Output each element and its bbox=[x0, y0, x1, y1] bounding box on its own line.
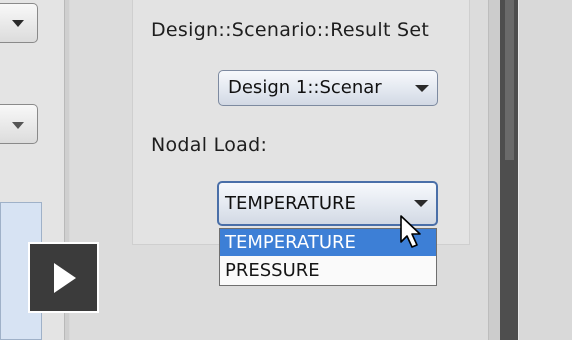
nodal-load-value: TEMPERATURE bbox=[225, 193, 356, 214]
left-dropdown-2[interactable] bbox=[0, 104, 38, 144]
chevron-down-icon bbox=[12, 20, 24, 27]
option-pressure[interactable]: PRESSURE bbox=[220, 257, 436, 284]
mouse-cursor-icon bbox=[400, 215, 421, 248]
result-set-label: Design::Scenario::Result Set bbox=[151, 19, 430, 41]
play-button[interactable] bbox=[28, 242, 99, 313]
chevron-down-icon[interactable] bbox=[415, 85, 429, 92]
left-dropdown-1[interactable] bbox=[0, 3, 38, 43]
play-icon bbox=[54, 263, 76, 293]
right-pane-edge bbox=[518, 0, 572, 340]
chevron-down-icon bbox=[12, 122, 24, 129]
chevron-down-icon[interactable] bbox=[414, 200, 428, 207]
nodal-load-label: Nodal Load: bbox=[151, 134, 268, 156]
scrollbar-thumb[interactable] bbox=[505, 0, 514, 160]
result-set-value: Design 1::Scenar bbox=[228, 77, 382, 98]
result-set-dropdown[interactable]: Design 1::Scenar bbox=[218, 70, 438, 106]
